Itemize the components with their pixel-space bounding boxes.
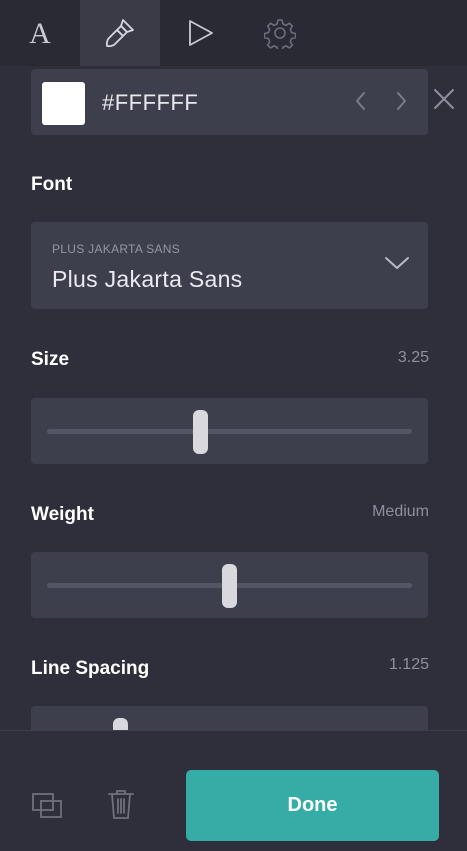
- tab-text[interactable]: A: [0, 0, 80, 66]
- size-value: 3.25: [397, 349, 429, 366]
- weight-value: Medium: [372, 503, 429, 520]
- gear-icon: [264, 19, 296, 49]
- line-spacing-value: 1.125: [388, 656, 429, 673]
- hex-value[interactable]: #FFFFFF: [102, 90, 198, 116]
- tab-style[interactable]: [80, 0, 160, 66]
- letter-a-icon: A: [29, 18, 51, 48]
- bottom-action-bar: Done: [0, 730, 467, 851]
- tab-settings[interactable]: [240, 0, 320, 66]
- font-preview-caption: PLUS JAKARTA SANS: [52, 242, 181, 256]
- play-icon: [189, 20, 213, 46]
- paintbrush-icon: [105, 19, 134, 48]
- svg-text:A: A: [29, 18, 51, 48]
- line-spacing-slider[interactable]: [31, 706, 428, 730]
- size-label: Size: [31, 349, 70, 370]
- weight-label: Weight: [31, 504, 94, 525]
- font-label: Font: [31, 174, 73, 195]
- size-slider[interactable]: [31, 398, 428, 464]
- font-selected-value: Plus Jakarta Sans: [52, 266, 243, 292]
- line-spacing-label: Line Spacing: [31, 658, 150, 679]
- done-button[interactable]: Done: [186, 770, 439, 841]
- tab-animation[interactable]: [160, 0, 240, 66]
- style-content: #FFFFFF Font PLUS JAKARTA SANS Plus Jaka…: [0, 66, 467, 730]
- trash-icon[interactable]: [103, 786, 139, 822]
- chevron-left-icon[interactable]: [349, 89, 373, 113]
- font-dropdown[interactable]: PLUS JAKARTA SANS Plus Jakarta Sans: [31, 222, 428, 309]
- size-slider-thumb[interactable]: [192, 410, 208, 454]
- size-slider-track[interactable]: [47, 429, 412, 434]
- text-style-panel: A #FFFFFF Font PLUS JAKARTA SANS Plus Ja…: [0, 0, 467, 851]
- chevron-right-icon[interactable]: [389, 89, 413, 113]
- tab-bar: A: [0, 0, 467, 66]
- line-spacing-slider-thumb[interactable]: [112, 718, 128, 730]
- weight-slider-thumb[interactable]: [222, 564, 237, 608]
- weight-slider[interactable]: [31, 552, 428, 618]
- duplicate-icon[interactable]: [30, 788, 66, 824]
- color-swatch[interactable]: [42, 82, 85, 125]
- color-picker-row[interactable]: #FFFFFF: [31, 69, 428, 135]
- chevron-down-icon: [385, 257, 409, 269]
